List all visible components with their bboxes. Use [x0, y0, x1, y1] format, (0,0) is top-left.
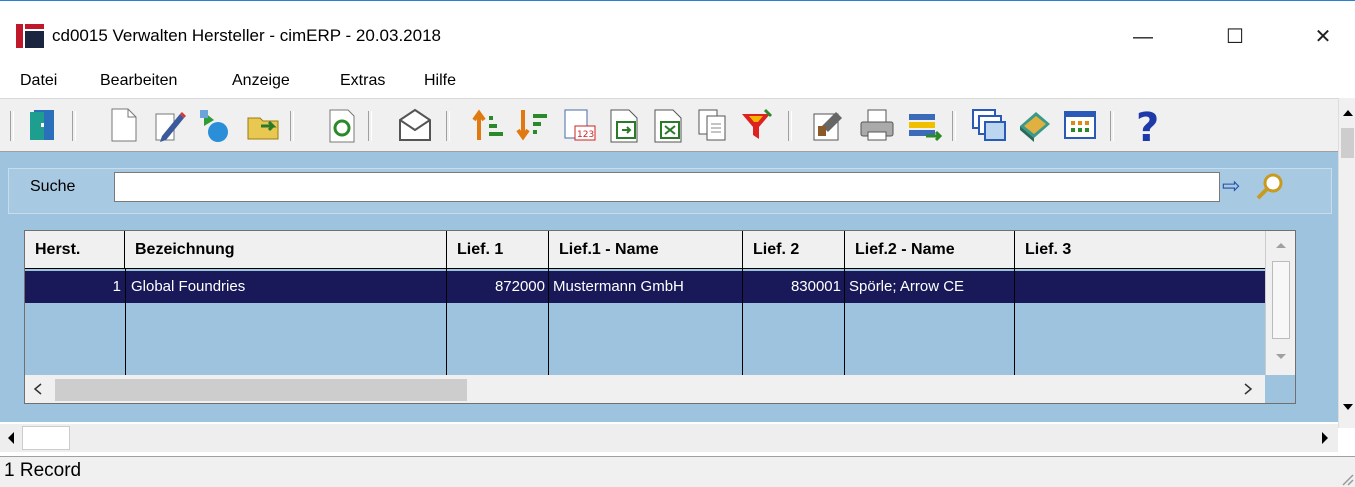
book-icon[interactable]: [1016, 105, 1054, 145]
sort-descending-icon[interactable]: [514, 105, 552, 145]
grid-line: [1014, 269, 1015, 375]
go-arrow-icon[interactable]: ⇨: [1222, 172, 1252, 200]
outer-vertical-scrollbar[interactable]: [1338, 98, 1355, 428]
toolbar-separator: [72, 111, 76, 141]
grid-line: [548, 269, 549, 375]
email-icon[interactable]: [396, 105, 434, 145]
search-input[interactable]: [114, 172, 1220, 202]
scroll-down-icon[interactable]: [1275, 353, 1287, 361]
grid-vscroll-thumb[interactable]: [1272, 261, 1290, 339]
toolbar-separator: [788, 111, 792, 141]
grid-line: [742, 269, 743, 375]
scroll-left-icon[interactable]: [6, 432, 16, 444]
column-header-herst[interactable]: Herst.: [25, 231, 125, 269]
edit-icon[interactable]: [150, 105, 188, 145]
window-title: cd0015 Verwalten Hersteller - cimERP - 2…: [52, 26, 441, 45]
maximize-button[interactable]: ☐: [1212, 14, 1258, 60]
excel-export-icon[interactable]: [650, 105, 688, 145]
menu-bar: Datei Bearbeiten Anzeige Extras Hilfe: [0, 64, 1355, 98]
cell-lief3[interactable]: [1015, 271, 1265, 303]
column-header-lief1[interactable]: Lief. 1: [447, 231, 549, 269]
open-folder-icon[interactable]: [244, 105, 282, 145]
menu-datei[interactable]: Datei: [20, 72, 57, 90]
toolbar-separator: [368, 111, 372, 141]
toolbar: 123 ?: [0, 98, 1338, 152]
cell-bezeichnung[interactable]: Global Foundries: [127, 271, 447, 303]
toolbar-separator: [1110, 111, 1114, 141]
cell-lief1[interactable]: 872000: [447, 271, 549, 303]
menu-extras[interactable]: Extras: [340, 72, 385, 90]
transfer-icon[interactable]: [906, 105, 944, 145]
toolbar-grip: [10, 111, 14, 141]
data-grid: Herst. Bezeichnung Lief. 1 Lief.1 - Name…: [24, 230, 1296, 404]
app-logo-icon: [16, 24, 44, 48]
resize-grip-icon[interactable]: [1340, 472, 1354, 486]
svg-text:123: 123: [577, 130, 594, 140]
grid-hscroll-thumb[interactable]: [55, 379, 467, 401]
search-icon[interactable]: [1254, 170, 1286, 202]
new-document-icon[interactable]: [104, 105, 142, 145]
toolbar-separator: [446, 111, 450, 141]
exit-icon[interactable]: [24, 105, 62, 145]
grid-vertical-scrollbar[interactable]: [1265, 231, 1295, 375]
grid-line: [125, 269, 126, 375]
scroll-right-icon[interactable]: [1243, 383, 1253, 395]
grid-line: [446, 269, 447, 375]
toolbar-separator: [952, 111, 956, 141]
cell-lief2[interactable]: 830001: [743, 271, 845, 303]
cell-lief1-name[interactable]: Mustermann GmbH: [549, 271, 743, 303]
properties-icon[interactable]: [810, 105, 848, 145]
scroll-up-icon[interactable]: [1342, 108, 1354, 118]
outer-vscroll-thumb[interactable]: [1341, 128, 1354, 158]
menu-hilfe[interactable]: Hilfe: [424, 72, 456, 90]
filter-icon[interactable]: [738, 105, 776, 145]
refresh-icon[interactable]: [322, 105, 360, 145]
record-count: 1 Record: [4, 460, 82, 481]
close-button[interactable]: ✕: [1300, 14, 1346, 60]
column-header-lief2[interactable]: Lief. 2: [743, 231, 845, 269]
search-label: Suche: [30, 178, 76, 195]
print-icon[interactable]: [858, 105, 896, 145]
menu-bearbeiten[interactable]: Bearbeiten: [100, 72, 177, 90]
column-header-bezeichnung[interactable]: Bezeichnung: [125, 231, 447, 269]
cell-lief2-name[interactable]: Spörle; Arrow CE: [845, 271, 1015, 303]
cell-herst[interactable]: 1: [25, 271, 125, 303]
scroll-up-icon[interactable]: [1275, 241, 1287, 249]
status-bar: [0, 456, 1355, 487]
toolbar-separator: [290, 111, 294, 141]
scroll-down-icon[interactable]: [1342, 402, 1354, 412]
column-header-lief1-name[interactable]: Lief.1 - Name: [549, 231, 743, 269]
outer-horizontal-scrollbar[interactable]: [0, 424, 1338, 452]
scroll-right-icon[interactable]: [1320, 432, 1330, 444]
column-header-lief3[interactable]: Lief. 3: [1015, 231, 1265, 269]
outer-hscroll-thumb[interactable]: [22, 426, 70, 450]
grid-line: [844, 269, 845, 375]
menu-anzeige[interactable]: Anzeige: [232, 72, 290, 90]
scroll-left-icon[interactable]: [33, 383, 43, 395]
svg-text:?: ?: [1136, 105, 1159, 145]
copy-record-icon[interactable]: [196, 105, 234, 145]
export-icon[interactable]: [606, 105, 644, 145]
windows-icon[interactable]: [970, 105, 1008, 145]
help-icon[interactable]: ?: [1128, 105, 1166, 145]
minimize-button[interactable]: —: [1120, 14, 1166, 60]
sort-ascending-icon[interactable]: [470, 105, 508, 145]
copy-icon[interactable]: [694, 105, 732, 145]
number-format-icon[interactable]: 123: [560, 105, 598, 145]
column-header-lief2-name[interactable]: Lief.2 - Name: [845, 231, 1015, 269]
table-layout-icon[interactable]: [1062, 105, 1100, 145]
